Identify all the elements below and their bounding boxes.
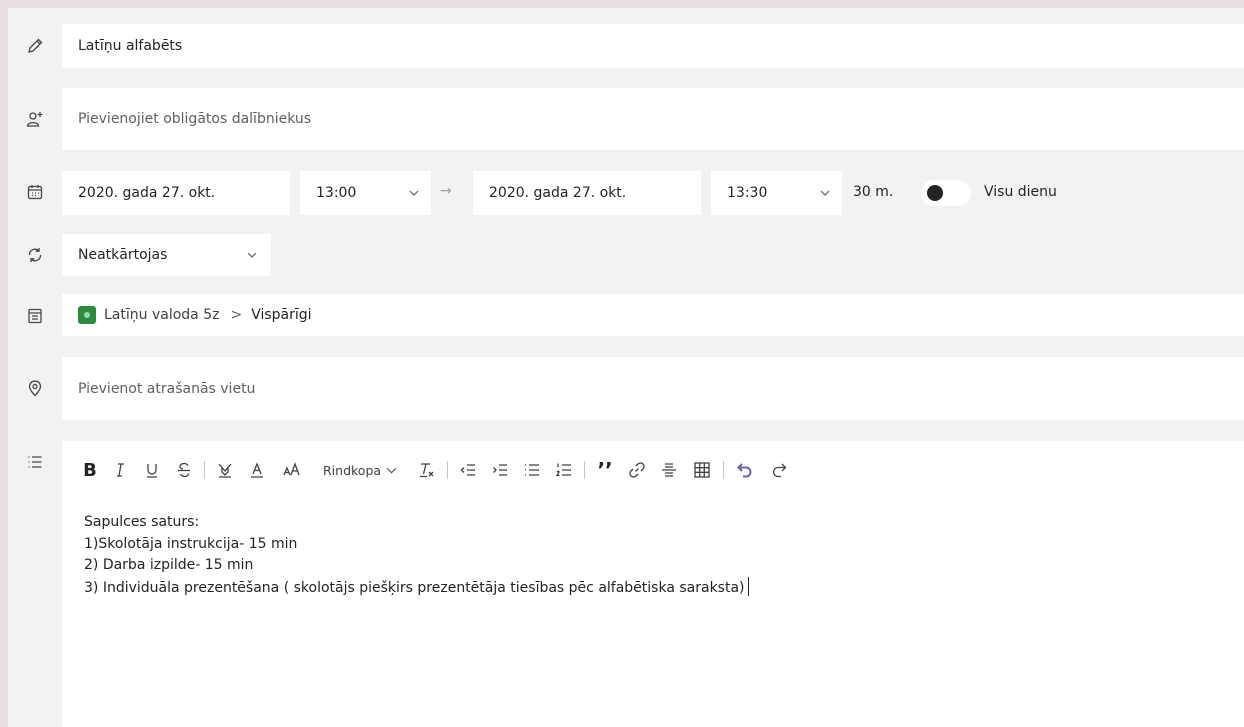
paragraph-dropdown[interactable]: Rindkopa <box>323 463 397 478</box>
strikethrough-icon[interactable] <box>172 455 196 485</box>
pencil-icon <box>24 35 46 57</box>
numbered-list-icon[interactable] <box>552 455 576 485</box>
chevron-down-icon <box>386 467 397 474</box>
location-pin-icon <box>24 377 46 399</box>
chevron-down-icon <box>820 188 830 198</box>
meeting-form: Latīņu alfabēts Pievienojiet obligātos d… <box>8 8 1244 727</box>
redo-icon[interactable] <box>766 455 792 485</box>
link-icon[interactable] <box>625 455 649 485</box>
body-line-text: 3) Individuāla prezentēšana ( skolotājs … <box>84 579 745 596</box>
team-name: Latīņu valoda 5z <box>104 307 220 323</box>
increase-indent-icon[interactable] <box>488 455 512 485</box>
title-field[interactable]: Latīņu alfabēts <box>62 24 1244 68</box>
calendar-icon <box>24 181 46 203</box>
description-editor[interactable]: B Rindkopa ’’ Sapulces saturs: 1)Skolotā… <box>62 441 1244 727</box>
recurrence-select[interactable]: Neatkārtojas <box>62 234 271 276</box>
end-time-select[interactable]: 13:30 <box>711 171 842 215</box>
range-arrow: → <box>440 183 452 199</box>
all-day-toggle[interactable] <box>921 180 971 206</box>
title-text: Latīņu alfabēts <box>78 38 183 54</box>
table-icon[interactable] <box>689 455 715 485</box>
start-date-field[interactable]: 2020. gada 27. okt. <box>62 171 290 215</box>
location-field[interactable]: Pievienot atrašanās vietu <box>62 357 1244 420</box>
end-date-field[interactable]: 2020. gada 27. okt. <box>473 171 701 215</box>
decrease-indent-icon[interactable] <box>456 455 480 485</box>
chevron-down-icon <box>409 188 419 198</box>
underline-icon[interactable] <box>140 455 164 485</box>
all-day-label: Visu dienu <box>984 184 1057 200</box>
bold-icon[interactable]: B <box>80 455 100 485</box>
body-line: Sapulces saturs: <box>84 514 200 530</box>
body-line: 3) Individuāla prezentēšana ( skolotājs … <box>84 576 749 600</box>
toolbar-divider <box>204 461 205 479</box>
attendees-field[interactable]: Pievienojiet obligātos dalībniekus <box>62 88 1244 150</box>
end-time: 13:30 <box>727 185 768 201</box>
add-person-icon <box>24 108 46 130</box>
toolbar-divider <box>447 461 449 479</box>
toggle-knob <box>927 185 943 201</box>
font-size-icon[interactable] <box>277 455 307 485</box>
start-time-select[interactable]: 13:00 <box>300 171 431 215</box>
duration-label: 30 m. <box>853 184 894 200</box>
quote-icon[interactable]: ’’ <box>593 455 617 485</box>
channel-icon <box>24 305 46 327</box>
channel-field[interactable]: Latīņu valoda 5z > Vispārīgi <box>62 294 1244 336</box>
start-time: 13:00 <box>316 185 357 201</box>
clear-format-icon[interactable] <box>413 455 439 485</box>
text-cursor <box>747 576 749 596</box>
end-date: 2020. gada 27. okt. <box>489 185 627 201</box>
body-line: 1)Skolotāja instrukcija- 15 min <box>84 535 298 552</box>
start-date: 2020. gada 27. okt. <box>78 185 216 201</box>
font-color-icon[interactable] <box>245 455 269 485</box>
location-placeholder: Pievienot atrašanās vietu <box>78 380 256 397</box>
channel-name: Vispārīgi <box>251 307 312 323</box>
toolbar-divider <box>584 461 586 479</box>
undo-icon[interactable] <box>732 455 758 485</box>
highlight-icon[interactable] <box>213 455 237 485</box>
recurrence-value: Neatkārtojas <box>78 247 168 263</box>
bulleted-list-icon[interactable] <box>520 455 544 485</box>
horizontal-rule-icon[interactable] <box>657 455 681 485</box>
format-toolbar: B Rindkopa ’’ <box>80 455 800 485</box>
paragraph-label: Rindkopa <box>323 462 382 478</box>
italic-icon[interactable] <box>108 455 132 485</box>
repeat-icon <box>24 244 46 266</box>
details-list-icon <box>24 451 46 473</box>
description-body[interactable]: Sapulces saturs: 1)Skolotāja instrukcija… <box>84 512 749 599</box>
breadcrumb-separator: > <box>230 307 243 323</box>
toolbar-divider <box>723 461 725 479</box>
body-line: 2) Darba izpilde- 15 min <box>84 557 254 573</box>
attendees-placeholder: Pievienojiet obligātos dalībniekus <box>78 111 312 127</box>
team-avatar <box>78 306 96 324</box>
chevron-down-icon <box>247 250 257 260</box>
